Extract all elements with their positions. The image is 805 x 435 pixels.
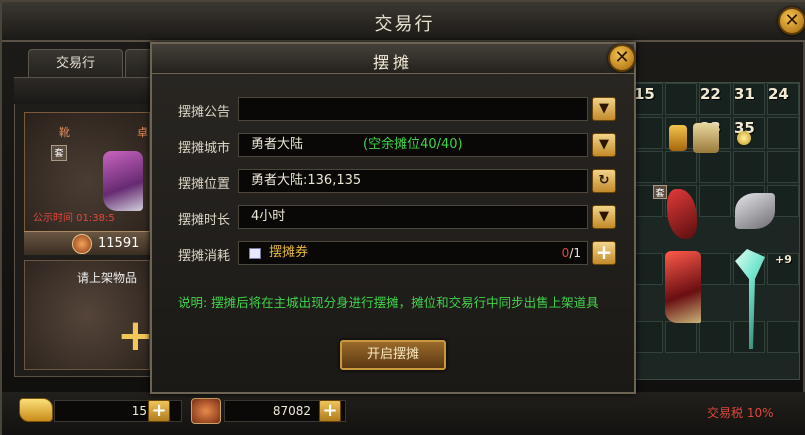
- empty-listing-slot[interactable]: 请上架物品 +: [24, 260, 154, 370]
- set-badge: 套: [51, 145, 67, 161]
- inventory-slot[interactable]: [665, 151, 697, 183]
- item-name-left: 靴: [59, 126, 70, 139]
- close-icon: ✕: [614, 47, 630, 68]
- stall-notice-input[interactable]: [238, 97, 588, 121]
- stall-position-label: 摆摊位置: [178, 177, 231, 192]
- trade-tax-label: 交易税 10%: [707, 406, 774, 420]
- add-ticket-button[interactable]: +: [592, 241, 616, 265]
- inventory-slot[interactable]: [699, 185, 731, 217]
- scroll-item-icon: [693, 123, 719, 153]
- dialog-header: 摆摊: [152, 44, 634, 74]
- stall-city-label: 摆摊城市: [178, 141, 231, 156]
- add-gem-button[interactable]: +: [319, 400, 341, 422]
- inventory-slot[interactable]: [767, 117, 799, 149]
- listing-panel-header: [14, 78, 154, 104]
- chevron-down-icon: ▼: [599, 101, 609, 116]
- inventory-slot[interactable]: [733, 151, 765, 183]
- gem-currency-icon: [191, 398, 221, 424]
- stack-count: 22: [700, 85, 721, 103]
- stack-count: 31: [734, 85, 755, 103]
- tab-trading[interactable]: 交易行: [28, 49, 123, 77]
- stall-city-select[interactable]: 勇者大陆 (空余摊位40/40): [238, 133, 588, 157]
- enhance-level: +9: [775, 253, 792, 266]
- plus-icon: +: [595, 240, 613, 264]
- chevron-down-icon: ▼: [599, 137, 609, 152]
- dialog-close-button[interactable]: ✕: [608, 44, 636, 72]
- ticket-icon: [249, 248, 261, 259]
- gold-ingot-icon: [19, 398, 53, 422]
- stall-duration-label: 摆摊时长: [178, 213, 231, 228]
- open-stall-button[interactable]: 开启摆摊: [340, 340, 446, 370]
- inventory-slot[interactable]: [767, 321, 799, 353]
- stall-dialog: 摆摊 ✕ 摆摊公告 ▼ 摆摊城市 勇者大陆 (空余摊位40/40) ▼ 摆摊位置…: [150, 42, 636, 394]
- inventory-slot[interactable]: [699, 321, 731, 353]
- gem-currency-icon: [72, 234, 92, 254]
- inventory-slot[interactable]: [665, 83, 697, 115]
- refresh-icon: ↻: [598, 173, 610, 188]
- set-badge: 套: [653, 185, 667, 199]
- stall-description: 说明: 摆摊后将在主城出现分身进行摆摊，摊位和交易行中同步出售上架道具: [178, 295, 599, 310]
- gold-item-icon: [669, 125, 687, 151]
- stack-count: 24: [768, 85, 789, 103]
- ticket-quantity: 0/1: [562, 242, 581, 264]
- red-boots-icon: [665, 251, 701, 323]
- item-price: 11591: [98, 236, 140, 251]
- silver-wings-icon: [735, 193, 775, 229]
- inventory-slot[interactable]: [699, 253, 731, 285]
- notice-dropdown-button[interactable]: ▼: [592, 97, 616, 121]
- inventory-slot[interactable]: [699, 151, 731, 183]
- stall-cost-label: 摆摊消耗: [178, 249, 231, 264]
- chevron-down-icon: ▼: [599, 209, 609, 224]
- add-gold-button[interactable]: +: [148, 400, 170, 422]
- stall-city-value: 勇者大陆: [251, 137, 304, 152]
- stall-position-field: 勇者大陆:136,135: [238, 169, 588, 193]
- stack-count: 15: [634, 85, 655, 103]
- trading-window: 交易行 ✕ 交易行 靴 卓 套 公示时间 01:38:5 11591 请上架物品…: [0, 0, 805, 435]
- stall-notice-label: 摆摊公告: [178, 105, 231, 120]
- stall-cost-field: 摆摊券 0/1: [238, 241, 588, 265]
- close-icon: ✕: [784, 10, 800, 31]
- item-name-right: 卓: [137, 126, 148, 139]
- city-dropdown-button[interactable]: ▼: [592, 133, 616, 157]
- inventory-grid: 15 22 31 24 23 35 套 +9: [630, 82, 800, 380]
- add-icon: +: [117, 310, 154, 361]
- duration-dropdown-button[interactable]: ▼: [592, 205, 616, 229]
- boots-icon: [103, 151, 143, 211]
- close-button[interactable]: ✕: [778, 7, 805, 35]
- stall-ticket-name: 摆摊券: [269, 245, 309, 260]
- inventory-slot[interactable]: [665, 321, 697, 353]
- stall-duration-select[interactable]: 4小时: [238, 205, 588, 229]
- refresh-position-button[interactable]: ↻: [592, 169, 616, 193]
- publish-time: 公示时间 01:38:5: [33, 213, 115, 224]
- empty-slot-label: 请上架物品: [77, 271, 138, 285]
- orb-item-icon: [737, 131, 751, 145]
- title-bar: 交易行 ✕: [2, 2, 805, 42]
- window-title: 交易行: [374, 14, 435, 35]
- item-price-row: 11591: [24, 231, 150, 255]
- free-stalls-count: (空余摊位40/40): [363, 137, 463, 152]
- dialog-title: 摆摊: [372, 53, 413, 72]
- inventory-slot[interactable]: [767, 151, 799, 183]
- ticket-need: /1: [569, 246, 581, 260]
